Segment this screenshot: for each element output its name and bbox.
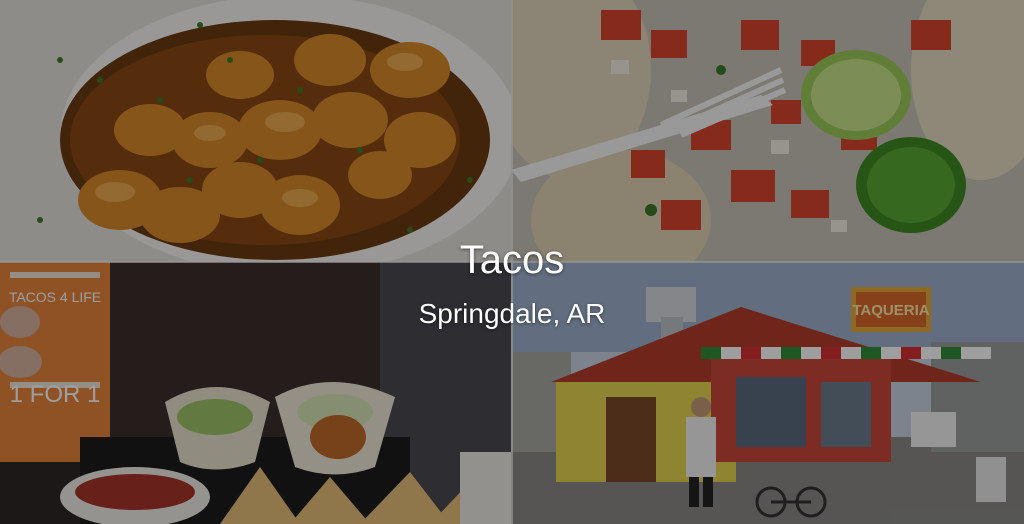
hero-title: Tacos xyxy=(459,238,565,282)
hero-banner: TACOS 4 LIFE 1 FOR 1 TAQUERIA Tacos Spri… xyxy=(0,0,1024,524)
hero-subtitle: Springdale, AR xyxy=(418,298,606,329)
